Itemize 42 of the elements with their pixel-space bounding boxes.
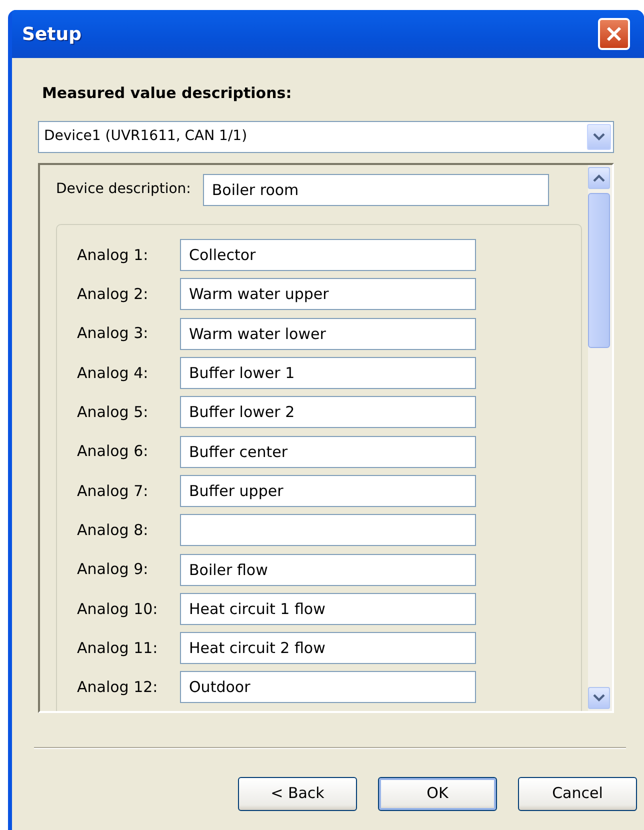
input-field[interactable]: Heat circuit 1 flow [180,592,476,625]
field-label: Analog 8: [77,520,150,541]
input-field[interactable]: Collector [180,239,476,272]
input-field[interactable]: Buffer lower 1 [180,357,476,390]
chevron-up-icon [593,174,605,182]
chevron-down-icon [593,132,605,140]
dialog-button[interactable]: Cancel [518,776,637,810]
dropdown-button[interactable] [587,124,611,150]
field-label: Analog 5: [77,402,150,424]
field-label: Analog 6: [77,441,150,462]
input-field[interactable]: Warm water upper [180,278,476,310]
window-title: Setup [22,22,82,46]
field-label: Analog 1: [77,244,150,266]
field-label: Analog 7: [77,480,150,502]
scroll-thumb[interactable] [588,192,610,348]
field-label: Analog 2: [77,284,150,306]
device-dropdown[interactable]: Device1 (UVR1611, CAN 1/1) [38,120,614,152]
input-field[interactable]: Warm water lower [180,318,476,350]
input-field[interactable]: Outdoor [180,671,476,704]
dialog-button[interactable]: OK [378,776,497,810]
field-label: Analog 11: [77,638,159,659]
field-label: Analog 4: [77,362,150,384]
field-label: Device description: [56,180,191,199]
field-label: Analog 9: [77,559,150,580]
close-icon [605,25,623,43]
scrollbar[interactable] [588,164,612,710]
close-button[interactable] [598,18,630,50]
input-field[interactable]: Boiler flow [180,554,476,586]
field-label: Analog 10: [77,598,159,620]
chevron-down-icon [593,694,605,702]
scroll-up-button[interactable] [588,166,610,188]
field-label: Analog 12: [77,677,159,698]
scroll-down-button[interactable] [588,686,610,708]
dialog-button[interactable]: < Back [238,776,357,810]
input-field[interactable]: Buffer upper [180,474,476,507]
input-field[interactable]: Boiler room [202,174,549,206]
section-heading: Measured value descriptions: [42,83,293,104]
input-field[interactable] [180,514,476,546]
input-field[interactable]: Buffer lower 2 [180,396,476,428]
input-field[interactable]: Heat circuit 2 flow [180,632,476,664]
input-field[interactable]: Buffer center [180,436,476,468]
field-label: Analog 3: [77,323,150,344]
